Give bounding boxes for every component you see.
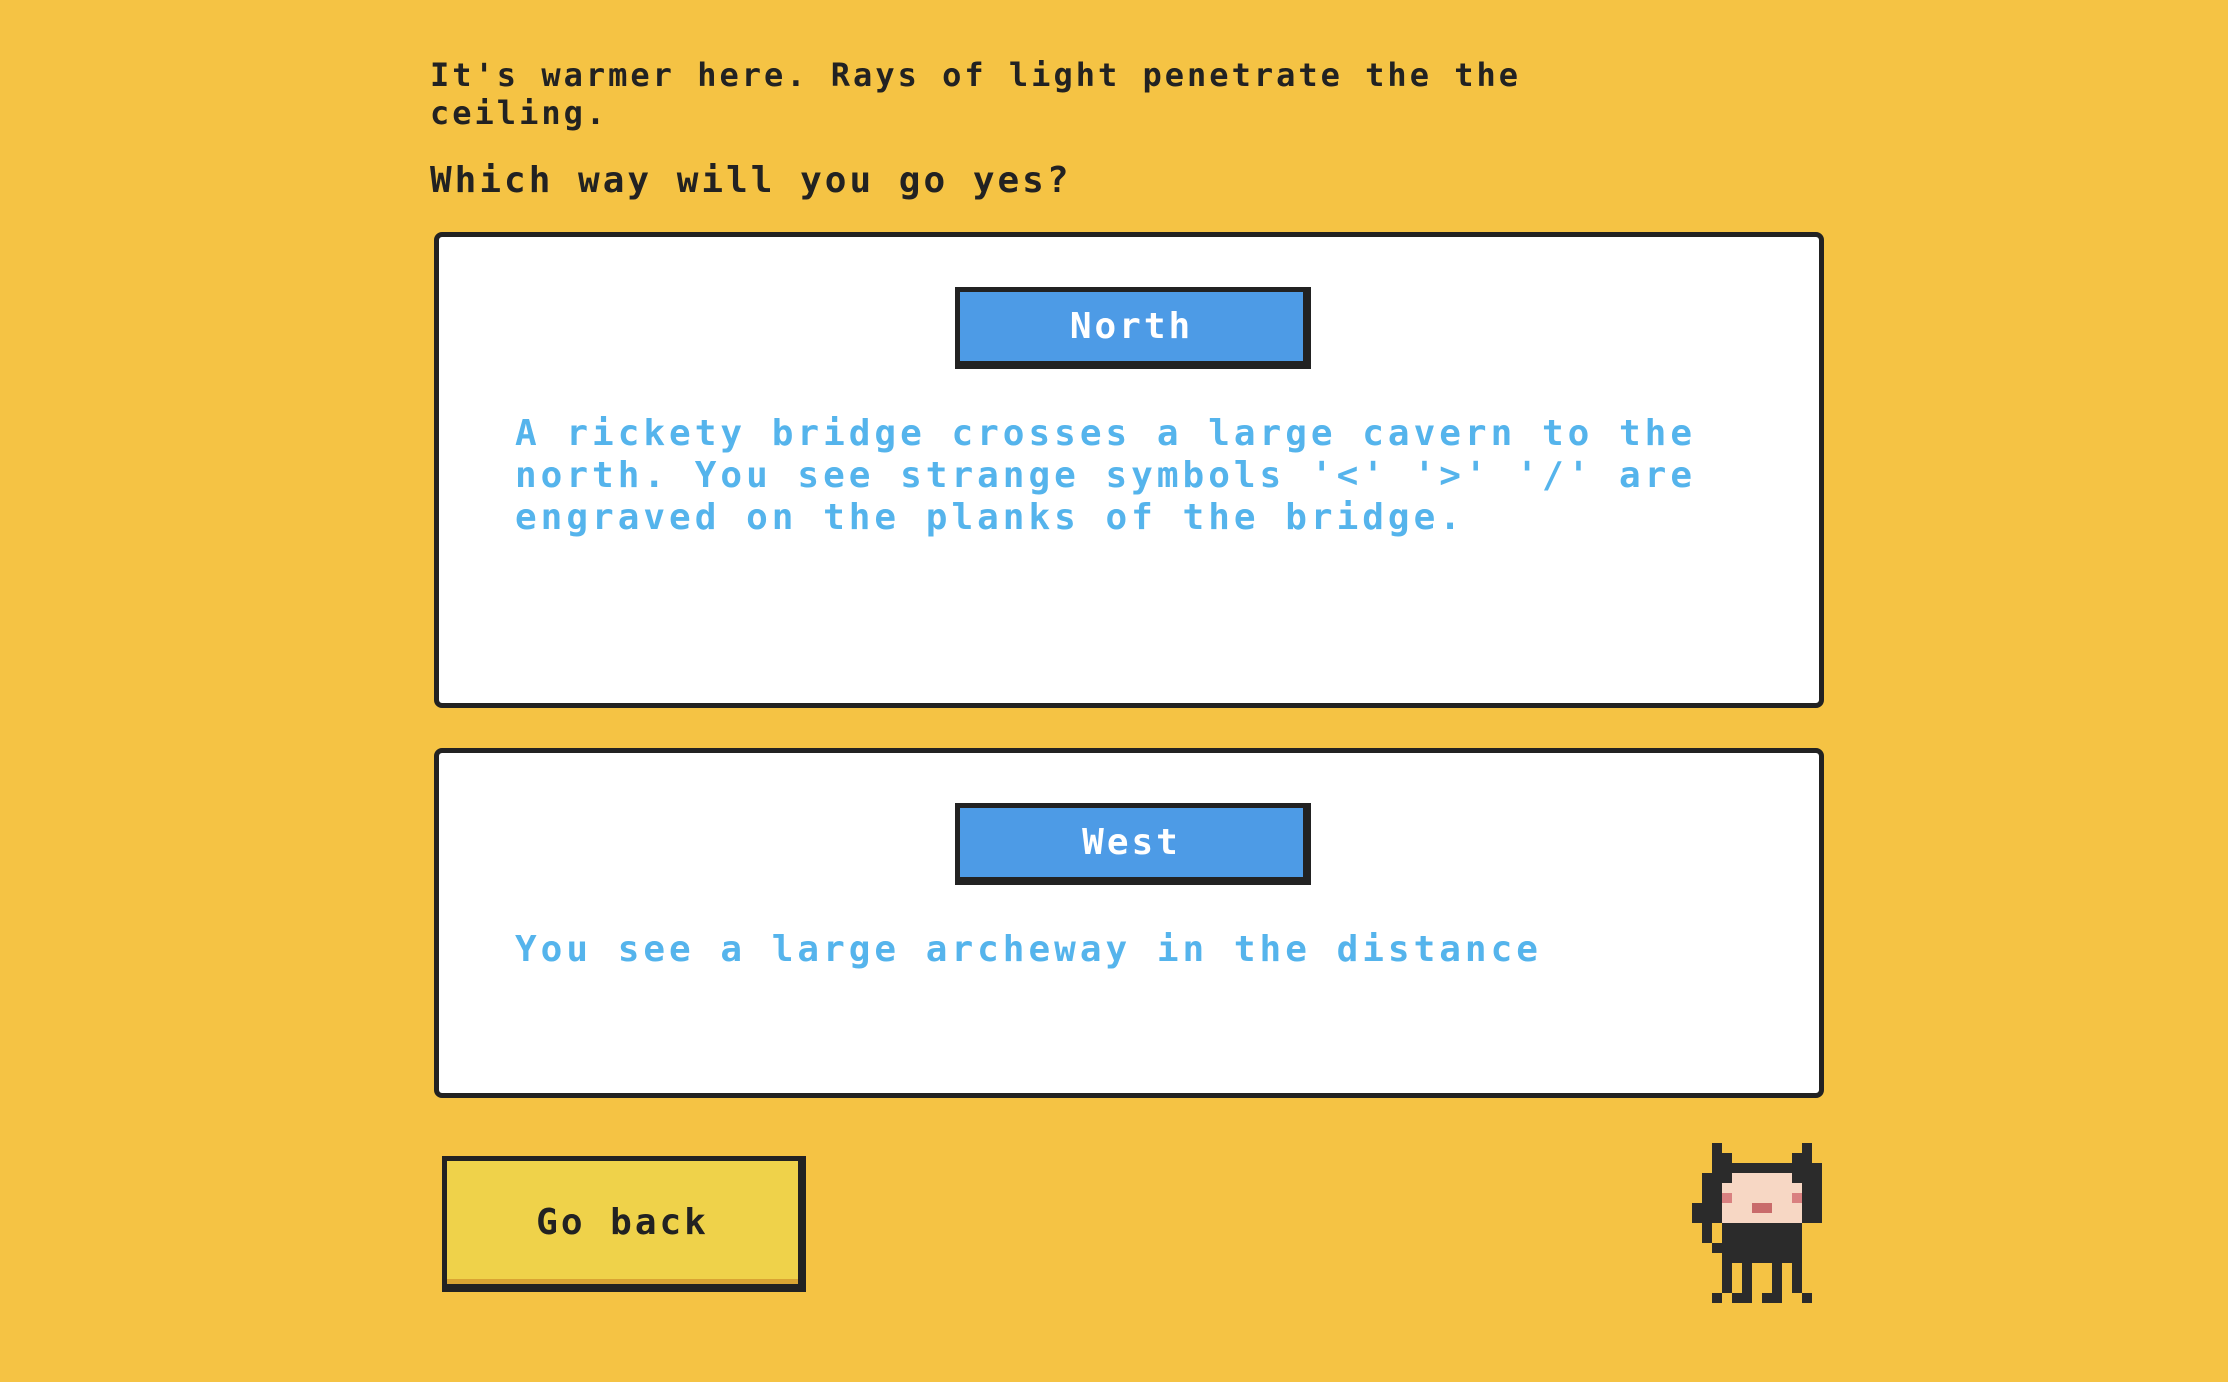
west-button[interactable]: West [955,803,1311,885]
north-description: A rickety bridge crosses a large cavern … [515,413,1696,538]
scene-description: It's warmer here. Rays of light penetrat… [430,56,1522,132]
choice-card-north: North A rickety bridge crosses a large c… [434,232,1824,708]
go-back-button[interactable]: Go back [442,1156,806,1292]
choice-card-west: West You see a large archeway in the dis… [434,748,1824,1098]
game-screen: It's warmer here. Rays of light penetrat… [0,0,2228,1382]
north-button[interactable]: North [955,287,1311,369]
scene-prompt: Which way will you go yes? [430,160,1072,201]
west-description: You see a large archeway in the distance [515,929,1542,970]
pixel-octocat-icon [1692,1143,1822,1303]
